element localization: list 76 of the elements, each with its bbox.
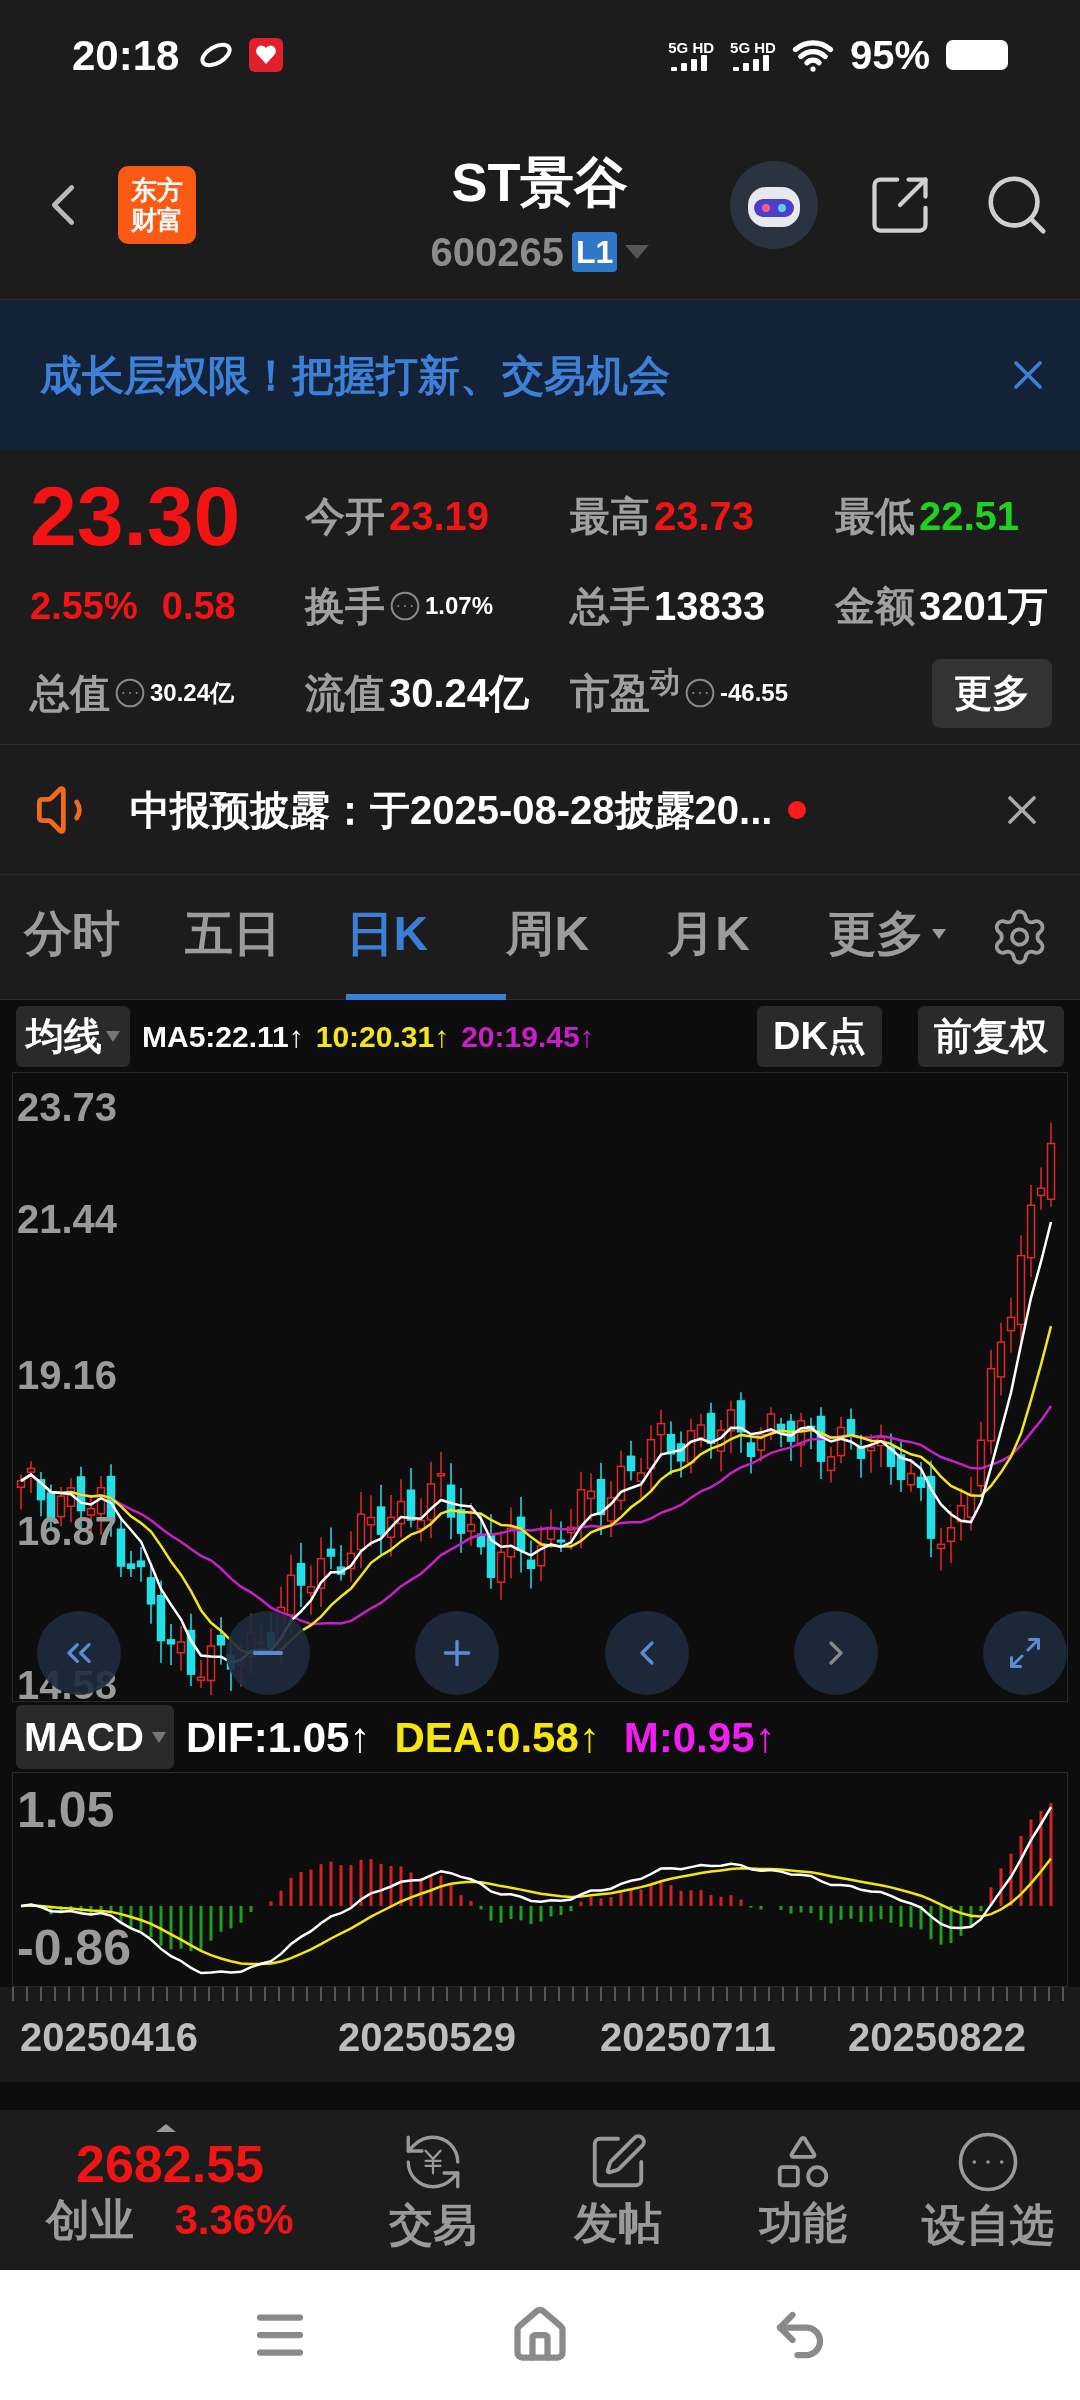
notice-text[interactable]: 中报预披露：于2025-08-28披露20... [130, 779, 773, 840]
index-name: 创业 [46, 2194, 135, 2246]
macd-axis-label: -0.86 [17, 1923, 131, 1973]
promo-banner[interactable]: 成长层权限！把握打新、交易机会 [0, 300, 1080, 450]
banner-text: 成长层权限！把握打新、交易机会 [40, 350, 670, 401]
macd-value: M:0.95↑ [623, 1712, 776, 1763]
stat-value: 30.24亿 [389, 670, 530, 717]
indicator-dropdown[interactable]: 均线 [16, 1005, 130, 1067]
stat-value: 23.73 [654, 493, 755, 540]
stat-value: 13833 [654, 583, 766, 630]
info-icon[interactable] [114, 677, 146, 709]
index-value: 2682.55 [76, 2134, 264, 2194]
stat-value: -46.55 [720, 678, 789, 708]
up-arrow-icon [156, 2124, 176, 2132]
date-label: 20250529 [338, 2017, 516, 2057]
level-badge: L1 [572, 232, 618, 272]
price-axis-label: 16.87 [17, 1511, 118, 1551]
minus-icon [253, 1651, 284, 1655]
network-label: 5G HD [668, 39, 715, 55]
app-notification-icon [249, 38, 284, 72]
stat-value: 30.24亿 [150, 678, 235, 708]
toolbar-item[interactable]: 功能 [710, 2110, 895, 2270]
stat-value: 23.19 [389, 493, 490, 540]
date-label: 20250822 [848, 2017, 1026, 2057]
date-label: 20250416 [20, 2017, 198, 2057]
period-tab[interactable]: 五日 [184, 874, 346, 1000]
moving-average-value: 10:20.31↑ [315, 1018, 450, 1055]
price-change: 2.55% [30, 583, 138, 629]
battery-percent: 95% [849, 32, 930, 79]
toolbar-item[interactable]: 交易 [340, 2110, 525, 2270]
period-tab[interactable]: 分时 [24, 874, 185, 1000]
price-axis-label: 14.58 [17, 1665, 118, 1705]
stat-label: 最高 [570, 493, 650, 540]
stat-value: 3201万 [919, 583, 1048, 630]
macd-axis-label: 1.05 [17, 1785, 115, 1835]
moving-average-value: 20:19.45↑ [461, 1018, 595, 1055]
period-tab[interactable]: 月K [667, 874, 828, 1000]
period-tab[interactable]: 更多 [828, 874, 989, 1000]
stat-label: 总值 [30, 670, 110, 717]
app-logo: 东方 财富 [118, 165, 196, 244]
status-time: 20:18 [72, 30, 180, 81]
stat-value: 1.07% [425, 591, 494, 621]
stat-label: 今开 [305, 493, 385, 540]
macd-value: DIF:1.05↑ [186, 1712, 371, 1763]
stat-label: 流值 [305, 670, 385, 717]
stock-code: 600265 [430, 229, 565, 276]
indicator-dropdown[interactable]: MACD [16, 1705, 174, 1769]
chart-option-button[interactable]: 前复权 [918, 1005, 1064, 1067]
moving-average-value: MA5:22.11↑ [142, 1018, 304, 1055]
stock-name: ST景谷 [451, 151, 629, 214]
index-change: 3.36% [174, 2195, 294, 2245]
battery-icon [946, 40, 1008, 70]
stat-value: 22.51 [919, 493, 1020, 540]
network-label: 5G HD [730, 39, 776, 55]
more-button[interactable]: 更多 [932, 658, 1052, 728]
date-label: 20250711 [600, 2017, 776, 2057]
stat-label: 换手 [305, 583, 385, 630]
toolbar-item[interactable]: 设自选 [895, 2110, 1080, 2270]
stat-label: 最低 [835, 493, 915, 540]
price-axis-label: 19.16 [17, 1355, 118, 1395]
period-tab[interactable]: 周K [506, 874, 668, 1000]
index-ticker[interactable]: 2682.55 创业 3.36% [0, 2110, 340, 2270]
stat-label: 总手 [570, 583, 650, 630]
caret-icon [932, 929, 946, 939]
info-icon[interactable] [684, 677, 716, 709]
toolbar-item[interactable]: 发帖 [525, 2110, 710, 2270]
stat-label: 市盈$^{动}$ [570, 664, 680, 717]
stat-label: 金额 [835, 583, 915, 630]
price-axis-label: 23.73 [17, 1087, 118, 1127]
chart-option-button[interactable]: DK点 [757, 1005, 882, 1067]
last-price: 23.30 [30, 474, 241, 558]
price-change: 0.58 [161, 583, 236, 629]
info-icon[interactable] [389, 590, 421, 622]
macd-value: DEA:0.58↑ [394, 1712, 600, 1763]
price-axis-label: 21.44 [17, 1199, 118, 1239]
robot-avatar-icon[interactable] [730, 160, 818, 249]
